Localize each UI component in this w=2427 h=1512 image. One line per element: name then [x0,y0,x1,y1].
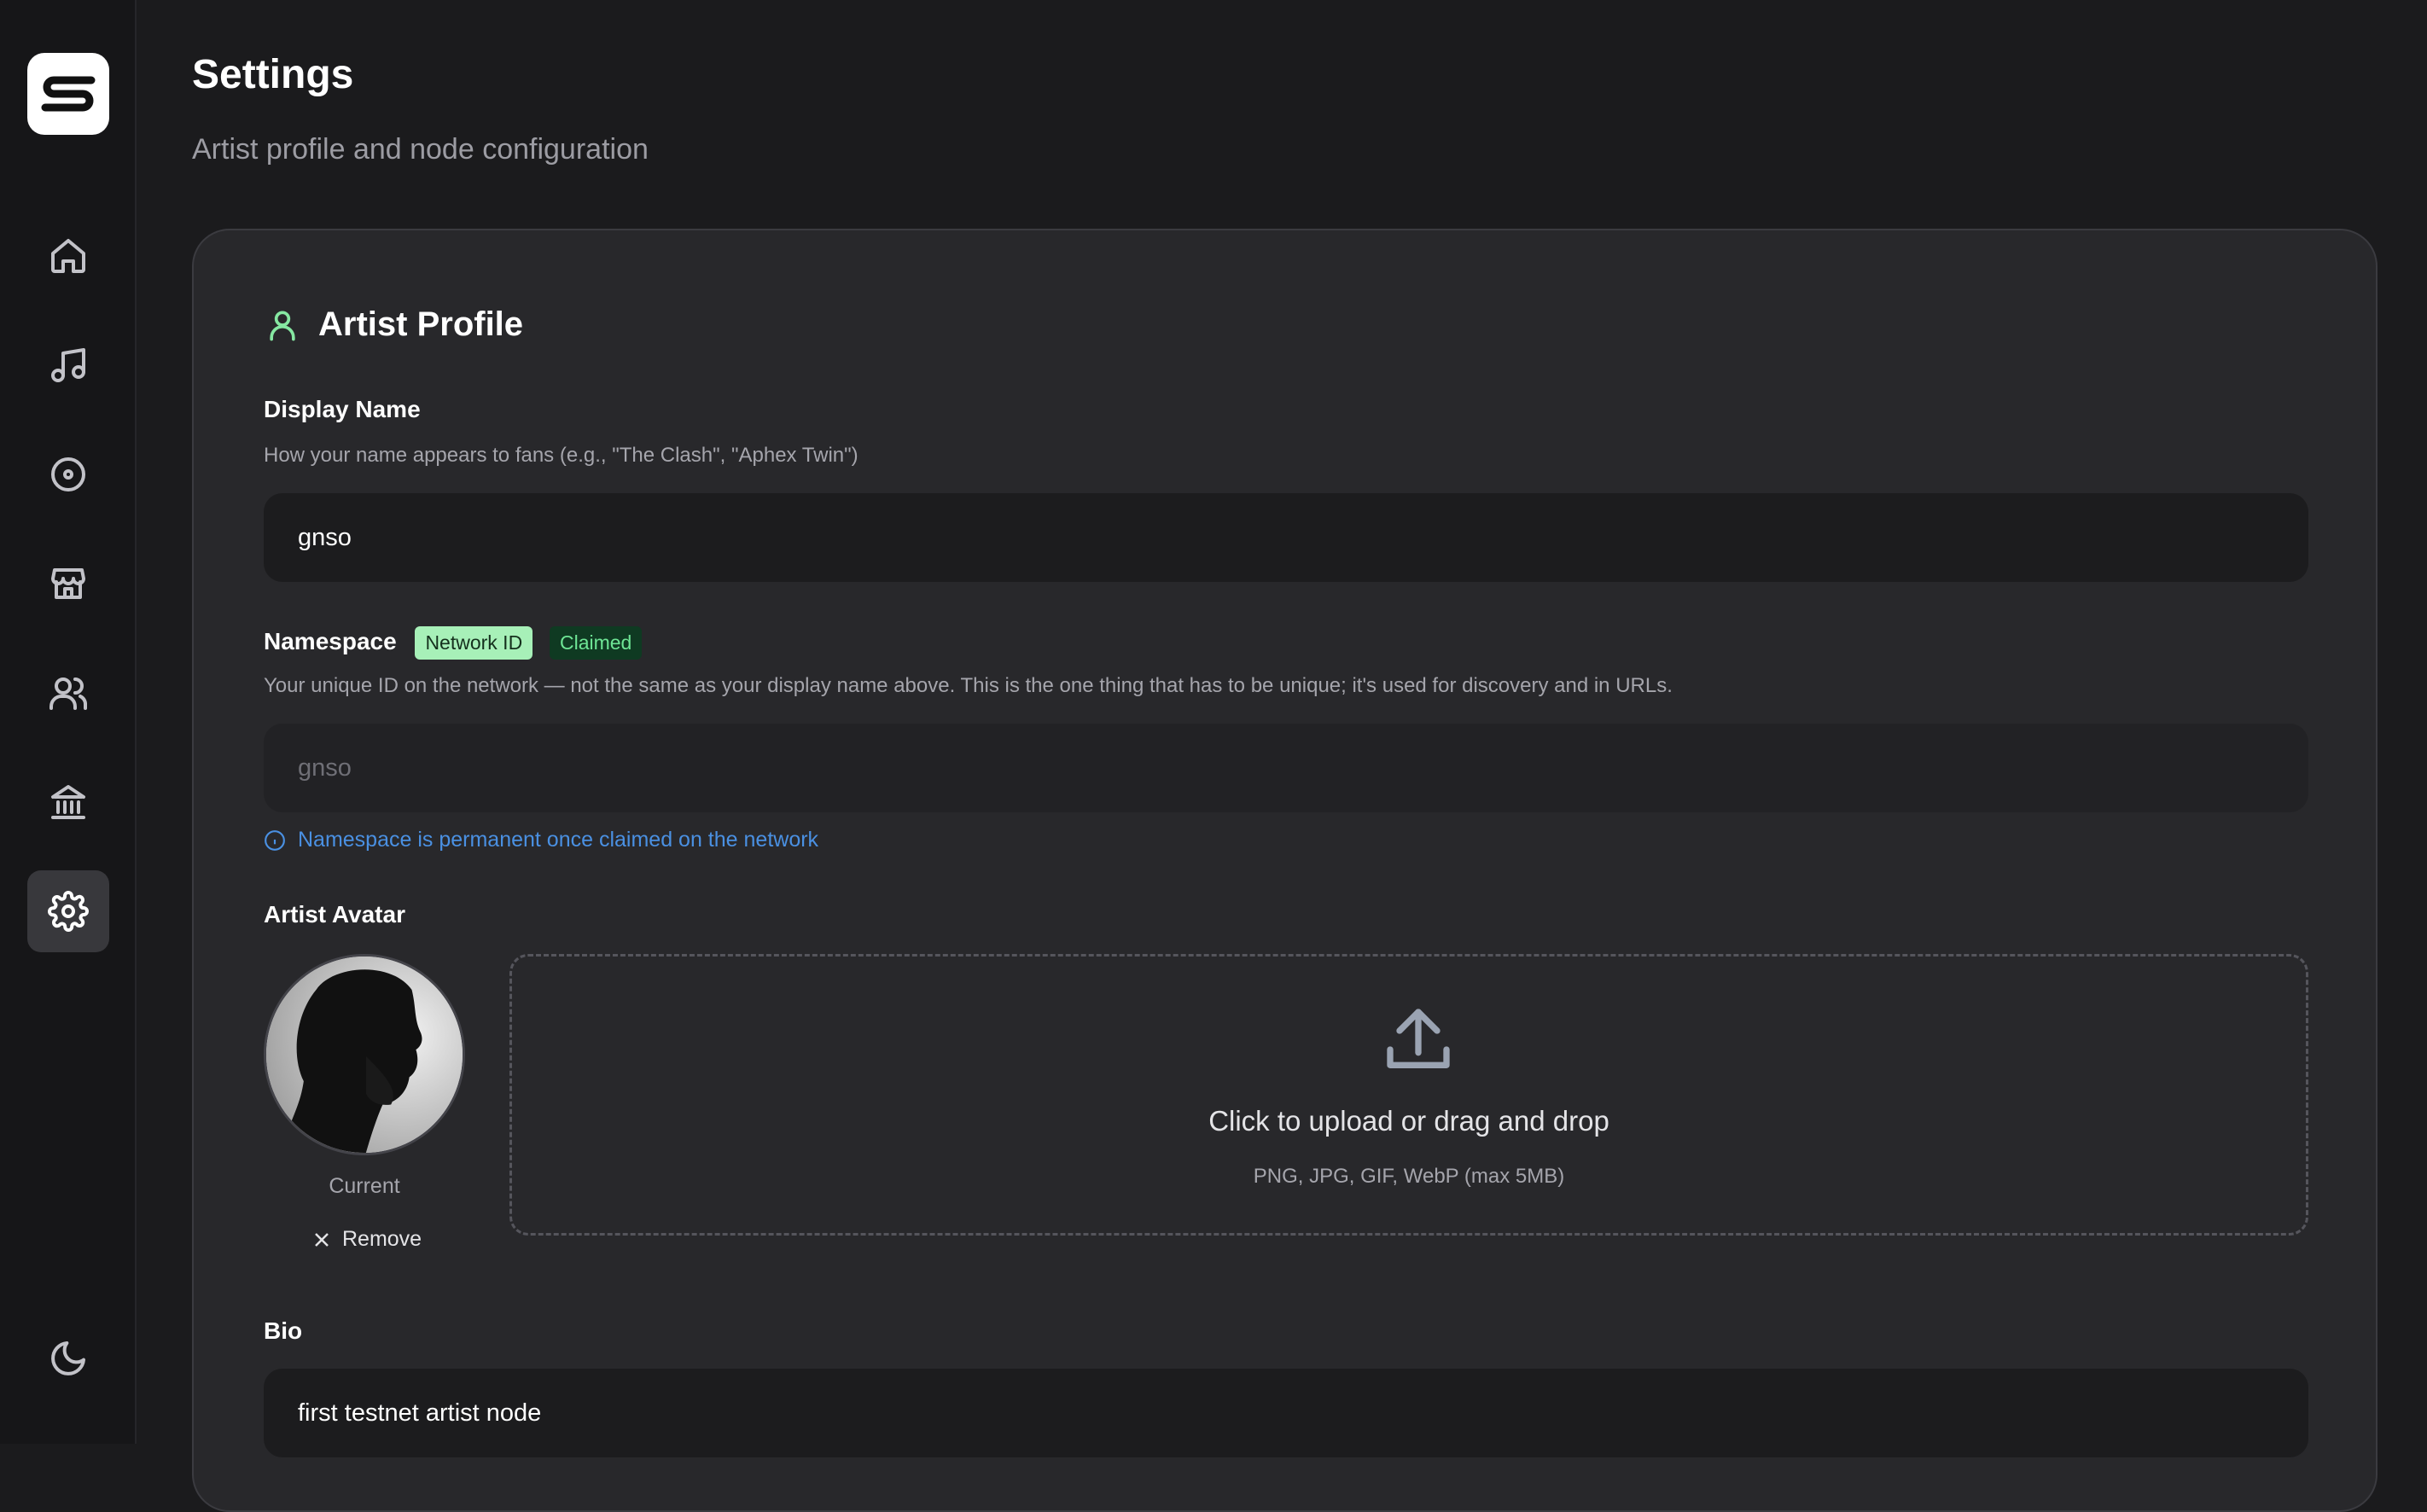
section-header: Artist Profile [264,305,523,344]
nav-store[interactable] [27,543,109,625]
upload-icon [1387,1009,1450,1068]
bank-icon [51,785,85,819]
nav-settings[interactable] [27,870,109,952]
namespace-label-row: Namespace Network ID Claimed [264,626,643,660]
namespace-label: Namespace [264,627,397,654]
nav-releases[interactable] [27,433,109,515]
sidebar [0,0,137,1444]
user-icon [270,311,295,340]
artist-profile-card: Artist Profile Display Name How your nam… [192,229,2378,1512]
namespace-note-text: Namespace is permanent once claimed on t… [298,828,819,852]
info-icon [265,829,285,851]
nav-home[interactable] [27,215,109,297]
avatar-upload-dropzone[interactable]: Click to upload or drag and drop PNG, JP… [509,954,2308,1236]
display-name-label: Display Name [264,396,421,422]
nav-music[interactable] [27,324,109,406]
namespace-input: gnso [264,724,2308,812]
app-logo[interactable] [27,53,109,135]
gear-icon [48,891,89,932]
music-note-icon [51,348,85,382]
namespace-value: gnso [298,753,352,782]
store-icon [51,568,85,599]
remove-label: Remove [342,1227,422,1251]
upload-title: Click to upload or drag and drop [1208,1105,1609,1137]
s-logo-icon [41,76,96,112]
nav-bank[interactable] [27,761,109,843]
display-name-input[interactable]: gnso [264,493,2308,582]
disc-icon [51,457,85,491]
claimed-badge: Claimed [549,626,643,660]
avatar-image [266,957,463,1153]
display-name-value: gnso [298,523,352,551]
page-subtitle: Artist profile and node configuration [192,133,649,166]
avatar-label: Artist Avatar [264,901,405,928]
display-name-help: How your name appears to fans (e.g., "Th… [264,444,858,467]
section-title: Artist Profile [318,305,524,343]
remove-avatar-button[interactable]: Remove [311,1227,422,1252]
avatar-caption: Current [329,1174,400,1198]
page-title: Settings [192,52,354,97]
bio-value: first testnet artist node [298,1399,542,1427]
close-icon [315,1232,329,1247]
namespace-help: Your unique ID on the network — not the … [264,674,1673,697]
bio-label: Bio [264,1317,303,1344]
home-icon [51,239,85,273]
theme-toggle-button[interactable] [27,1317,109,1399]
nav-community[interactable] [27,652,109,734]
namespace-note: Namespace is permanent once claimed on t… [264,828,818,852]
network-id-badge: Network ID [415,626,533,660]
moon-icon [51,1341,85,1375]
users-icon [49,677,87,710]
avatar [264,954,465,1155]
upload-hint: PNG, JPG, GIF, WebP (max 5MB) [1253,1165,1565,1188]
bio-input[interactable]: first testnet artist node [264,1369,2308,1457]
